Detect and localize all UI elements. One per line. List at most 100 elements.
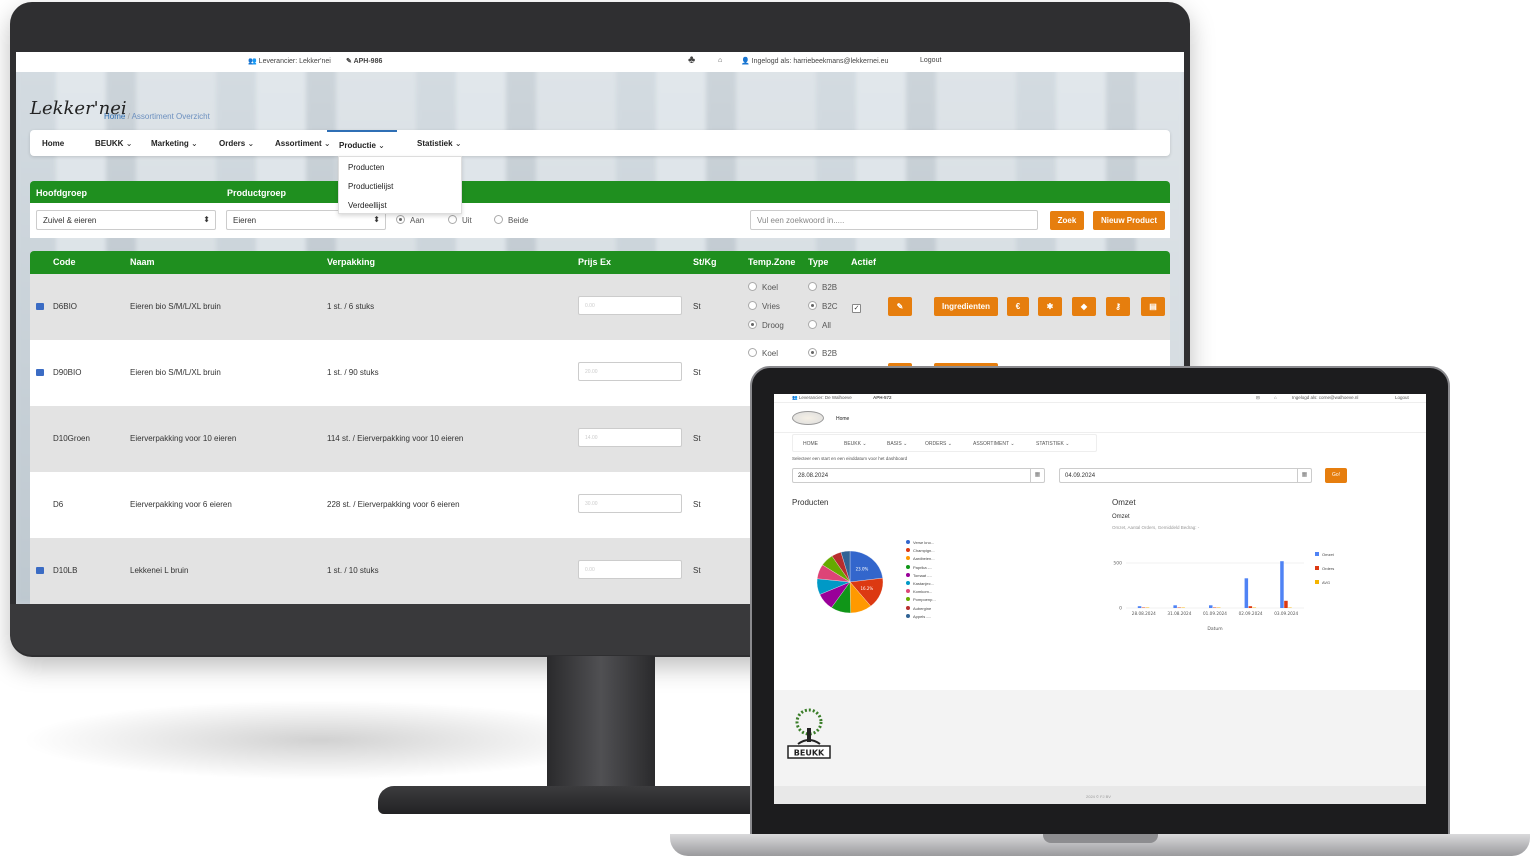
nav-marketing[interactable]: Marketing ⌄: [151, 139, 198, 148]
calendar-icon[interactable]: ▦: [1030, 469, 1044, 482]
radio-b2c[interactable]: B2C: [808, 301, 838, 311]
col-verpakking[interactable]: Verpakking: [327, 257, 375, 267]
price-input[interactable]: 0.00: [578, 296, 682, 315]
pie-legend-item[interactable]: Komkom...: [906, 589, 932, 594]
laptop-nav-orders[interactable]: ORDERS ⌄: [925, 441, 952, 447]
laptop-logout[interactable]: Logout: [1395, 395, 1409, 400]
radio-all[interactable]: All: [808, 320, 831, 330]
cell-code: D10LB: [53, 566, 78, 575]
cell-naam: Eierverpakking voor 6 eieren: [130, 500, 232, 509]
bar[interactable]: [1137, 606, 1142, 608]
start-date-input[interactable]: 28.08.2024 ▦: [792, 468, 1045, 483]
ingredienten-button[interactable]: Ingredienten: [934, 297, 998, 316]
col-naam[interactable]: Naam: [130, 257, 155, 267]
productie-dropdown: Producten Productielijst Verdeellijst: [338, 156, 462, 214]
radio-aan[interactable]: Aan: [396, 215, 424, 225]
price-input[interactable]: 14.00: [578, 428, 682, 447]
home-icon[interactable]: ⌂: [718, 57, 722, 64]
col-actief[interactable]: Actief: [851, 257, 876, 267]
calendar-icon[interactable]: [36, 369, 44, 376]
bar-legend-item[interactable]: AVG: [1315, 580, 1330, 585]
pie-legend-item[interactable]: Appels -...: [906, 613, 931, 619]
file-icon[interactable]: ▤: [1141, 297, 1165, 316]
chevron-down-icon: ⌄: [191, 139, 198, 148]
pie-legend-item[interactable]: Paprika -...: [906, 564, 932, 570]
bar[interactable]: [1284, 600, 1288, 608]
nav-beukk[interactable]: BEUKK ⌄: [95, 139, 132, 148]
radio-uit[interactable]: Uit: [448, 215, 472, 225]
calendar-icon[interactable]: [36, 567, 44, 574]
col-code[interactable]: Code: [53, 257, 76, 267]
pie-legend-item[interactable]: Tomaat -...: [906, 572, 932, 578]
col-type[interactable]: Type: [808, 257, 828, 267]
price-input[interactable]: 20.00: [578, 362, 682, 381]
tag-icon[interactable]: ◆: [1072, 297, 1096, 316]
col-tempzone[interactable]: Temp.Zone: [748, 257, 795, 267]
actief-checkbox[interactable]: ✓: [852, 304, 861, 313]
bar[interactable]: [1280, 561, 1284, 608]
price-input[interactable]: 0.00: [578, 560, 682, 579]
bar[interactable]: [1248, 606, 1253, 608]
radio-vries[interactable]: Vries: [748, 301, 780, 311]
bar[interactable]: [1209, 605, 1213, 608]
table-row: D6BIO Eieren bio S/M/L/XL bruin 1 st. / …: [30, 274, 1170, 340]
col-stkg[interactable]: St/Kg: [693, 257, 717, 267]
go-button[interactable]: Go!: [1325, 468, 1347, 483]
price-input[interactable]: 30.00: [578, 494, 682, 513]
nav-productie[interactable]: Productie ⌄: [327, 130, 397, 156]
radio-beide[interactable]: Beide: [494, 215, 528, 225]
walhoeve-logo[interactable]: [792, 411, 824, 425]
new-product-button[interactable]: Nieuw Product: [1093, 211, 1165, 230]
calendar-icon[interactable]: ▦: [1297, 469, 1311, 482]
dropdown-productielijst[interactable]: Productielijst: [348, 182, 393, 191]
calendar-icon[interactable]: [36, 303, 44, 310]
nav-home[interactable]: Home: [42, 139, 64, 148]
dropdown-verdeellijst[interactable]: Verdeellijst: [348, 201, 387, 210]
col-prijs[interactable]: Prijs Ex: [578, 257, 611, 267]
laptop-nav-statistiek[interactable]: STATISTIEK ⌄: [1036, 441, 1069, 447]
laptop-nav-beukk[interactable]: BEUKK ⌄: [844, 441, 867, 447]
tree-icon[interactable]: ♣: [688, 54, 695, 66]
logout-link[interactable]: Logout: [920, 57, 941, 64]
search-button[interactable]: Zoek: [1050, 211, 1084, 230]
nav-assortiment[interactable]: Assortiment ⌄: [275, 139, 331, 148]
pie-legend-item[interactable]: Champign...: [906, 548, 935, 553]
radio-droog[interactable]: Droog: [748, 320, 784, 330]
home-icon[interactable]: ⌂: [1274, 395, 1277, 400]
laptop-nav-basis[interactable]: BASIS ⌄: [887, 441, 907, 447]
radio-b2b[interactable]: B2B: [808, 282, 837, 292]
radio-b2b[interactable]: B2B: [808, 348, 837, 358]
beukk-tree-logo[interactable]: BEUKK: [786, 708, 832, 762]
bar-legend-item[interactable]: Orders: [1315, 566, 1334, 571]
laptop-breadcrumb[interactable]: Home: [836, 416, 849, 422]
asterisk-icon[interactable]: ✱: [1038, 297, 1062, 316]
legend-swatch: [906, 556, 910, 561]
laptop-nav-home[interactable]: HOME: [803, 441, 818, 447]
key-icon[interactable]: ⚷: [1106, 297, 1130, 316]
euro-icon[interactable]: €: [1007, 297, 1029, 316]
footer-bar: 2024 © FJ BV: [774, 786, 1426, 804]
edit-icon[interactable]: ✎: [888, 297, 912, 316]
dropdown-producten[interactable]: Producten: [348, 163, 384, 172]
pie-legend-item[interactable]: Verse kno...: [906, 540, 934, 545]
nav-orders[interactable]: Orders ⌄: [219, 139, 254, 148]
cell-naam: Eierverpakking voor 10 eieren: [130, 434, 237, 443]
tree-icon[interactable]: ⊟: [1256, 395, 1260, 401]
chevron-down-icon: ⌄: [125, 139, 133, 148]
breadcrumb-home[interactable]: Home: [104, 112, 125, 121]
pie-legend-item[interactable]: Kastanjec...: [906, 581, 934, 586]
pie-legend-item[interactable]: Aubergine: [906, 605, 931, 611]
nav-statistiek[interactable]: Statistiek ⌄: [417, 139, 462, 148]
radio-koel[interactable]: Koel: [748, 282, 778, 292]
laptop-nav-assortiment[interactable]: ASSORTIMENT ⌄: [973, 441, 1015, 447]
pie-legend-item[interactable]: Pompoenp...: [906, 597, 936, 602]
bar[interactable]: [1173, 605, 1177, 608]
legend-swatch: [1315, 566, 1319, 570]
bar[interactable]: [1244, 578, 1249, 608]
pie-legend-item[interactable]: Aardbeien...: [906, 556, 935, 561]
bar-legend-item[interactable]: Omzet: [1315, 552, 1334, 557]
end-date-input[interactable]: 04.09.2024 ▦: [1059, 468, 1312, 483]
radio-koel[interactable]: Koel: [748, 348, 778, 358]
hoofdgroep-select[interactable]: Zuivel & eieren ⬍: [36, 210, 216, 230]
search-input[interactable]: Vul een zoekwoord in.....: [750, 210, 1038, 230]
